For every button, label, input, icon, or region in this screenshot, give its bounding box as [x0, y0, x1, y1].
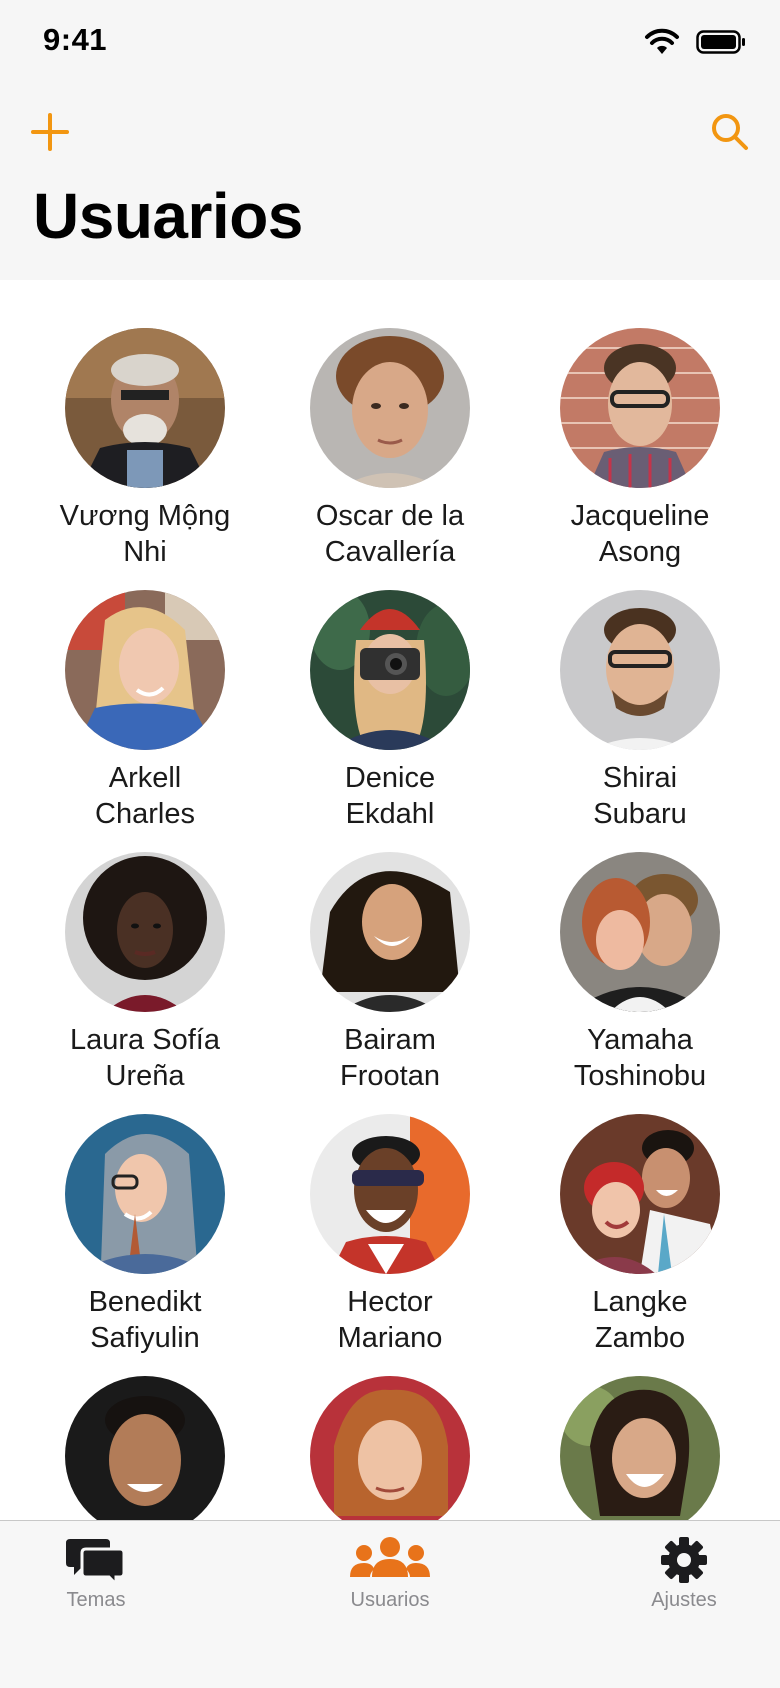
status-time: 9:41 — [43, 22, 108, 57]
user-card[interactable]: Langke Zambo — [515, 1066, 765, 1354]
gear-icon — [661, 1537, 707, 1583]
avatar — [560, 852, 720, 1012]
avatar — [65, 590, 225, 750]
plus-icon — [31, 113, 69, 151]
avatar — [310, 1114, 470, 1274]
avatar — [65, 852, 225, 1012]
tab-usuarios[interactable]: Usuarios — [310, 1535, 470, 1635]
avatar — [65, 1376, 225, 1520]
user-card[interactable] — [515, 1328, 765, 1520]
add-user-button[interactable] — [26, 108, 74, 156]
chat-bubbles-icon — [66, 1539, 126, 1585]
user-card[interactable]: Hector Mariano — [265, 1066, 515, 1354]
status-bar: 9:41 — [0, 0, 780, 86]
wifi-icon — [645, 28, 679, 54]
tab-label: Ajustes — [651, 1589, 717, 1611]
app-screen: 9:41 Usuarios Vương Mộng Nhi Oscar de la… — [0, 0, 780, 1688]
battery-icon — [696, 30, 745, 54]
avatar — [310, 328, 470, 488]
user-card[interactable]: Bairam Frootan — [265, 804, 515, 1092]
user-card[interactable]: Shirai Subaru — [515, 542, 765, 830]
avatar — [65, 1114, 225, 1274]
tab-ajustes[interactable]: Ajustes — [604, 1535, 764, 1635]
avatar — [560, 590, 720, 750]
home-indicator — [252, 1660, 528, 1670]
navigation-header: Usuarios — [0, 86, 780, 280]
user-card[interactable] — [20, 1328, 270, 1520]
avatar — [310, 852, 470, 1012]
users-grid: Vương Mộng Nhi Oscar de la Cavallería Ja… — [0, 280, 780, 1520]
page-title: Usuarios — [33, 180, 303, 252]
user-card[interactable]: Arkell Charles — [20, 542, 270, 830]
search-icon — [712, 114, 748, 150]
tab-temas[interactable]: Temas — [16, 1535, 176, 1635]
avatar — [560, 1376, 720, 1520]
user-card[interactable] — [265, 1328, 515, 1520]
user-card[interactable]: Jacqueline Asong — [515, 280, 765, 568]
avatar — [65, 328, 225, 488]
user-card[interactable]: Oscar de la Cavallería — [265, 280, 515, 568]
avatar — [560, 1114, 720, 1274]
user-card[interactable]: Yamaha Toshinobu — [515, 804, 765, 1092]
user-card[interactable]: Benedikt Safiyulin — [20, 1066, 270, 1354]
users-group-icon — [350, 1537, 430, 1577]
tab-label: Usuarios — [350, 1589, 430, 1611]
avatar — [310, 590, 470, 750]
search-button[interactable] — [706, 108, 754, 156]
user-card[interactable]: Denice Ekdahl — [265, 542, 515, 830]
tab-label: Temas — [66, 1589, 126, 1611]
avatar — [310, 1376, 470, 1520]
avatar — [560, 328, 720, 488]
user-card[interactable]: Laura Sofía Ureña — [20, 804, 270, 1092]
user-card[interactable]: Vương Mộng Nhi — [20, 280, 270, 568]
